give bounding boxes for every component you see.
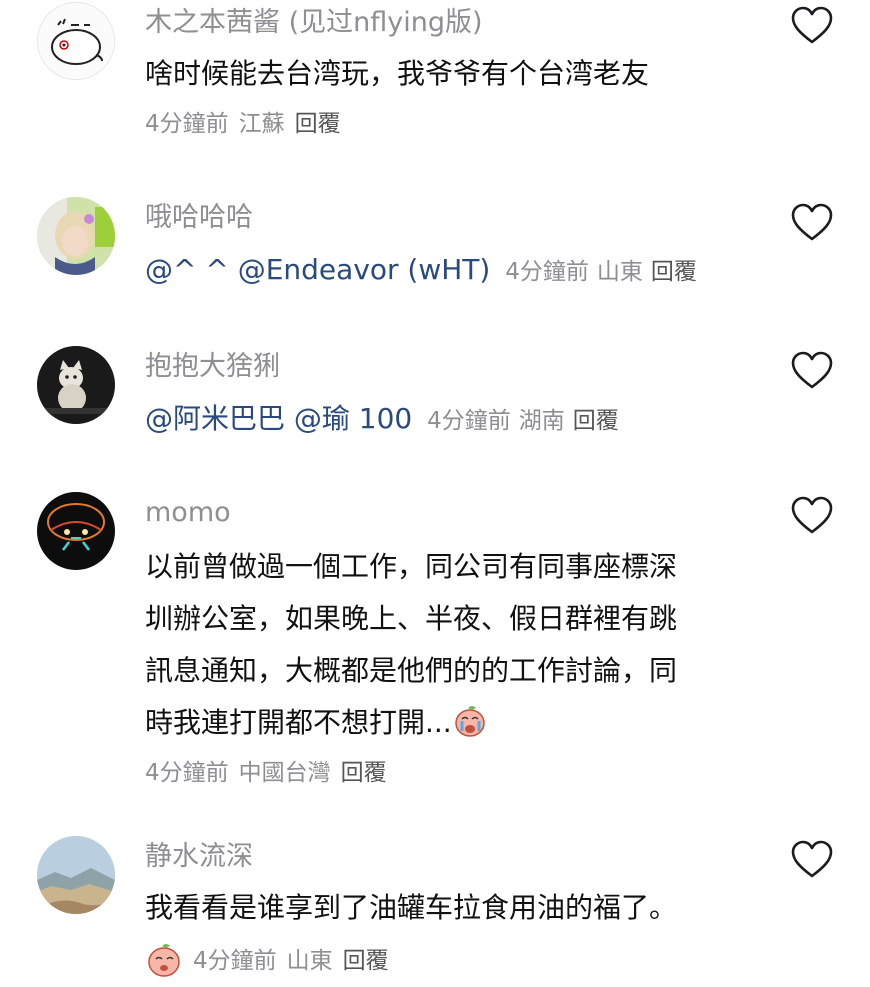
username[interactable]: 抱抱大猞猁 xyxy=(145,349,755,385)
reply-button[interactable]: 回覆 xyxy=(295,111,341,137)
cat-photo-icon xyxy=(37,346,115,424)
like-button[interactable] xyxy=(790,5,834,45)
comment-text: 以前曾做過一個工作，同公司有同事座標深 圳辦公室，如果晚上、半夜、假日群裡有跳 … xyxy=(145,541,755,749)
username[interactable]: 哦哈哈哈 xyxy=(145,200,755,236)
location: 江蘇 xyxy=(238,111,285,137)
timestamp: 4分鐘前 xyxy=(145,760,229,786)
like-button[interactable] xyxy=(790,350,834,390)
reply-button[interactable]: 回覆 xyxy=(341,760,387,786)
timestamp: 4分鐘前 xyxy=(145,111,229,137)
comment-meta: 4分鐘前 山東 回覆 xyxy=(505,259,705,285)
comment-text: @阿米巴巴 @瑜 100 4分鐘前 湖南 回覆 xyxy=(145,399,755,441)
mention-link[interactable]: @^ ^ @Endeavor (wHT) xyxy=(145,253,490,286)
location: 湖南 xyxy=(518,408,565,434)
comment-meta: 4分鐘前 山東 回覆 xyxy=(145,940,755,978)
comment-text-line: 訊息通知，大概都是他們的的工作討論，同 xyxy=(145,654,678,687)
avatar[interactable] xyxy=(37,346,115,424)
comment-meta: 4分鐘前 湖南 回覆 xyxy=(427,408,627,434)
comment-text-line: 以前曾做過一個工作，同公司有同事座標深 xyxy=(145,550,678,583)
mountain-photo-icon xyxy=(37,836,115,914)
reply-button[interactable]: 回覆 xyxy=(343,948,389,974)
reply-button[interactable]: 回覆 xyxy=(573,408,619,434)
heart-icon xyxy=(791,840,833,878)
comment-text-line: 圳辦公室，如果晚上、半夜、假日群裡有跳 xyxy=(145,602,678,635)
username[interactable]: momo xyxy=(145,495,755,531)
avatar[interactable] xyxy=(37,2,115,80)
neon-face-icon xyxy=(37,492,115,570)
like-button[interactable] xyxy=(790,202,834,242)
like-button[interactable] xyxy=(790,495,834,535)
avatar[interactable] xyxy=(37,197,115,275)
timestamp: 4分鐘前 xyxy=(427,408,511,434)
location: 中國台灣 xyxy=(238,760,331,786)
heart-icon xyxy=(791,351,833,389)
comment-text-line: 時我連打開都不想打開... xyxy=(145,697,755,749)
cartoon-rabbit-icon xyxy=(38,3,114,79)
heart-icon xyxy=(791,203,833,241)
comment-meta: 4分鐘前 中國台灣 回覆 xyxy=(145,757,755,789)
timestamp: 4分鐘前 xyxy=(193,948,277,974)
peach-emoji-icon xyxy=(145,940,183,978)
username[interactable]: 静水流深 xyxy=(145,839,755,875)
location: 山東 xyxy=(596,259,643,285)
username[interactable]: 木之本茜酱 (见过nflying版) xyxy=(145,5,755,41)
avatar[interactable] xyxy=(37,492,115,570)
like-button[interactable] xyxy=(790,839,834,879)
heart-icon xyxy=(791,496,833,534)
comment-text: 啥时候能去台湾玩，我爷爷有个台湾老友 xyxy=(145,57,650,90)
mention-link[interactable]: @阿米巴巴 @瑜 100 xyxy=(145,402,412,435)
girl-photo-icon xyxy=(37,197,115,275)
heart-icon xyxy=(791,6,833,44)
location: 山東 xyxy=(286,948,333,974)
avatar[interactable] xyxy=(37,836,115,914)
reply-button[interactable]: 回覆 xyxy=(651,259,697,285)
crying-peach-emoji-icon xyxy=(452,702,488,738)
comment-text: @^ ^ @Endeavor (wHT) 4分鐘前 山東 回覆 xyxy=(145,250,755,292)
comment-meta: 4分鐘前 江蘇 回覆 xyxy=(145,108,755,140)
comment-text: 我看看是谁享到了油罐车拉食用油的福了。 xyxy=(145,891,678,924)
timestamp: 4分鐘前 xyxy=(505,259,589,285)
